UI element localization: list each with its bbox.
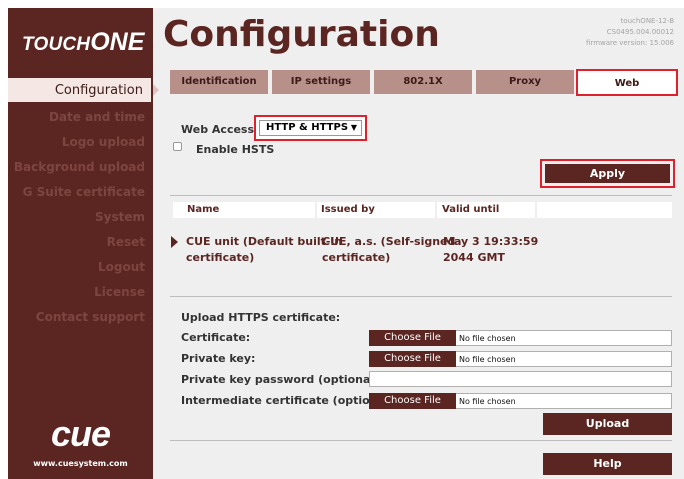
intermediate-certificate-label: Intermediate certificate (optional): — [181, 394, 399, 407]
divider — [170, 296, 672, 297]
page-title: Configuration — [163, 14, 440, 55]
sidebar-item-gsuite-certificate[interactable]: G Suite certificate — [8, 180, 153, 205]
sidebar-item-date-and-time[interactable]: Date and time — [8, 105, 153, 130]
logo-text-one: ONE — [90, 28, 145, 56]
sidebar-item-logout[interactable]: Logout — [8, 255, 153, 280]
help-button[interactable]: Help — [543, 453, 672, 475]
web-access-value: HTTP & HTTPS — [266, 122, 349, 133]
upload-section-title: Upload HTTPS certificate: — [181, 311, 341, 324]
tab-proxy[interactable]: Proxy — [476, 70, 574, 94]
sidebar-item-logo-upload[interactable]: Logo upload — [8, 130, 153, 155]
enable-hsts-label: Enable HSTS — [196, 143, 275, 156]
divider — [170, 195, 672, 196]
tab-802-1x[interactable]: 802.1X — [374, 70, 472, 94]
cert-issued-by: CUE, a.s. (Self-signed certificate) — [322, 234, 455, 266]
private-key-label: Private key: — [181, 352, 256, 365]
column-header-name: Name — [173, 202, 315, 218]
private-key-choose-file-button[interactable]: Choose File — [369, 351, 456, 367]
expand-row-icon[interactable] — [171, 236, 178, 248]
logo-text-touch: TOUCH — [22, 34, 91, 55]
sidebar-item-system[interactable]: System — [8, 205, 153, 230]
cert-valid-line1: May 3 19:33:59 — [443, 235, 539, 248]
sidebar-item-reset[interactable]: Reset — [8, 230, 153, 255]
sidebar-item-background-upload[interactable]: Background upload — [8, 155, 153, 180]
intermediate-choose-file-button[interactable]: Choose File — [369, 393, 456, 409]
tab-web[interactable]: Web — [576, 69, 678, 96]
divider — [170, 440, 672, 441]
tab-identification[interactable]: Identification — [170, 70, 268, 94]
cert-valid-line2: 2044 GMT — [443, 251, 505, 264]
cert-issued-line2: certificate) — [322, 251, 391, 264]
column-header-issued-by: Issued by — [317, 202, 435, 218]
cue-website: www.cuesystem.com — [33, 459, 128, 468]
apply-highlight: Apply — [540, 159, 675, 188]
device-info: touchONE-12-B CS0495.004.00012 firmware … — [586, 16, 674, 49]
upload-button[interactable]: Upload — [543, 413, 672, 435]
cert-name: CUE unit (Default built-in certificate) — [186, 234, 342, 266]
certificate-file-status: No file chosen — [456, 330, 672, 346]
column-header-empty — [537, 202, 672, 218]
touchone-logo: TOUCHONE — [22, 28, 144, 57]
enable-hsts-checkbox[interactable] — [173, 142, 182, 151]
web-access-label: Web Access: — [181, 123, 259, 136]
intermediate-file-status: No file chosen — [456, 393, 672, 409]
cert-name-line1: CUE unit (Default built-in — [186, 235, 343, 248]
sidebar-nav: Configuration Date and time Logo upload … — [8, 78, 159, 330]
sidebar-item-contact-support[interactable]: Contact support — [8, 305, 153, 330]
private-key-password-input[interactable] — [369, 371, 672, 387]
cert-valid-until: May 3 19:33:59 2044 GMT — [443, 234, 538, 266]
apply-button[interactable]: Apply — [545, 164, 670, 183]
tab-ip-settings[interactable]: IP settings — [272, 70, 370, 94]
private-key-file-status: No file chosen — [456, 351, 672, 367]
certificate-choose-file-button[interactable]: Choose File — [369, 330, 456, 346]
sidebar-item-license[interactable]: License — [8, 280, 153, 305]
column-header-valid-until: Valid until — [437, 202, 535, 218]
web-access-highlight: HTTP & HTTPS ▼ — [254, 115, 367, 141]
sidebar: TOUCHONE Configuration Date and time Log… — [8, 8, 159, 479]
cert-issued-line1: CUE, a.s. (Self-signed — [322, 235, 456, 248]
cue-logo: cue — [50, 413, 111, 454]
firmware-version: firmware version: 15.006 — [586, 39, 674, 47]
certificate-label: Certificate: — [181, 331, 251, 344]
chevron-down-icon: ▼ — [350, 123, 357, 132]
cert-name-line2: certificate) — [186, 251, 255, 264]
device-serial: CS0495.004.00012 — [606, 28, 674, 36]
private-key-password-label: Private key password (optional): — [181, 373, 384, 386]
device-name: touchONE-12-B — [620, 17, 674, 25]
web-access-select[interactable]: HTTP & HTTPS ▼ — [259, 120, 362, 136]
sidebar-item-configuration[interactable]: Configuration — [8, 78, 159, 102]
